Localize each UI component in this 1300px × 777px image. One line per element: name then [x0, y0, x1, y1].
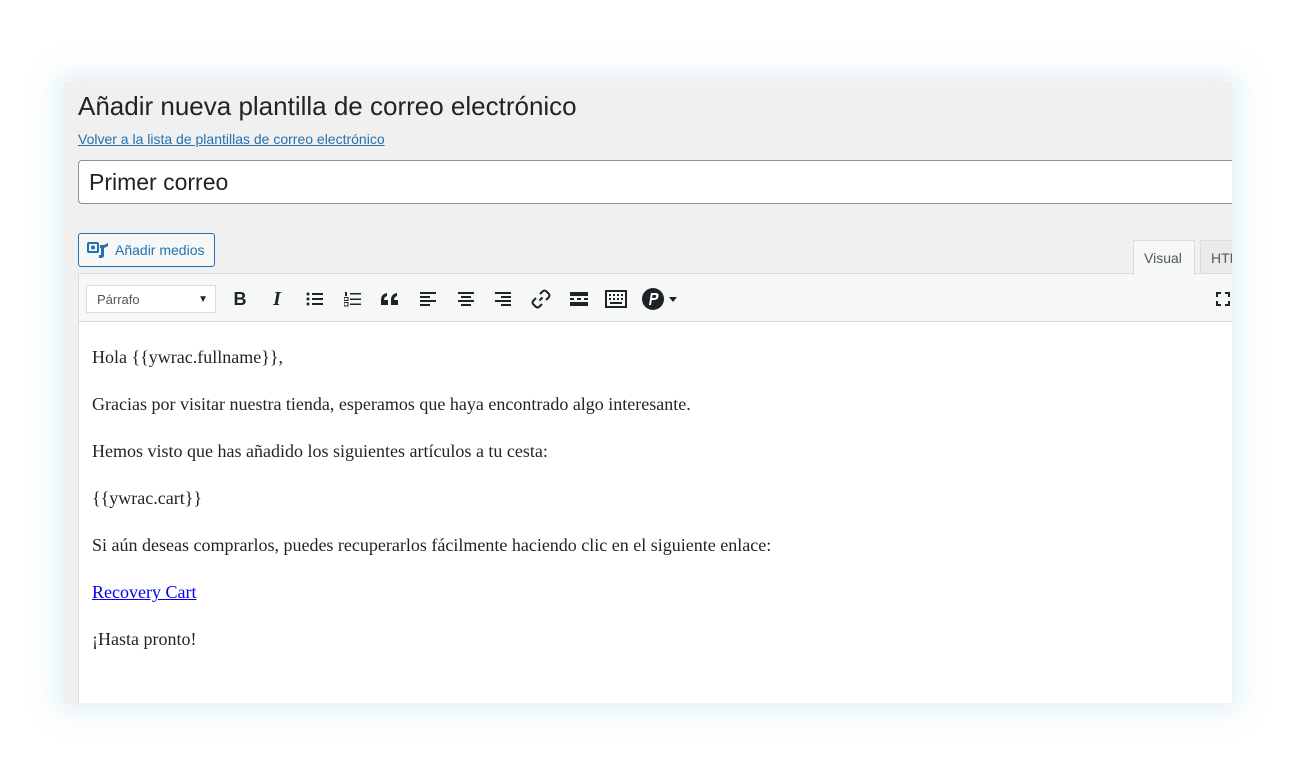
format-select-value: Párrafo — [97, 291, 140, 307]
email-content-editor[interactable]: Hola {{ywrac.fullname}}, Gracias por vis… — [78, 322, 1232, 703]
bold-icon: B — [233, 288, 247, 309]
toolbar-toggle-button[interactable] — [602, 285, 630, 313]
tab-html[interactable]: HTML — [1200, 240, 1232, 274]
plugin-dropdown-icon — [642, 288, 677, 310]
cart-placeholder-paragraph: {{ywrac.cart}} — [92, 488, 203, 508]
italic-icon: I — [273, 287, 281, 310]
add-media-button[interactable]: Añadir medios — [78, 233, 215, 267]
tab-visual[interactable]: Visual — [1133, 240, 1195, 275]
add-media-icon — [87, 240, 109, 260]
back-to-templates-link[interactable]: Volver a la lista de plantillas de corre… — [78, 131, 385, 147]
recovery-link-paragraph: Recovery Cart — [92, 581, 1232, 603]
editor-toolbar: Párrafo ▼ B I — [78, 273, 1232, 322]
align-center-icon — [458, 292, 474, 306]
link-icon — [531, 289, 551, 309]
greeting-paragraph: Hola {{ywrac.fullname}}, — [92, 347, 283, 367]
thanks-paragraph: Gracias por visitar nuestra tienda, espe… — [92, 394, 691, 414]
keyboard-icon — [605, 290, 627, 308]
numbered-list-button[interactable] — [339, 285, 367, 313]
blockquote-button[interactable] — [376, 285, 404, 313]
align-center-button[interactable] — [452, 285, 480, 313]
align-left-icon — [420, 292, 436, 306]
admin-panel: Añadir nueva plantilla de correo electró… — [64, 82, 1232, 703]
chevron-down-icon: ▼ — [198, 294, 208, 305]
format-select[interactable]: Párrafo ▼ — [86, 285, 216, 313]
blockquote-icon — [381, 293, 398, 305]
add-media-label: Añadir medios — [115, 242, 205, 258]
insert-link-button[interactable] — [527, 285, 555, 313]
shortcode-dropdown-button[interactable] — [639, 285, 683, 313]
bulleted-list-button[interactable] — [301, 285, 329, 313]
align-right-icon — [495, 292, 511, 306]
align-right-button[interactable] — [489, 285, 517, 313]
read-more-button[interactable] — [565, 285, 593, 313]
read-more-icon — [570, 292, 588, 306]
recovery-cart-link[interactable]: Recovery Cart — [92, 582, 196, 602]
bulleted-list-icon — [306, 292, 323, 306]
bold-button[interactable]: B — [226, 285, 254, 313]
cart-intro-paragraph: Hemos visto que has añadido los siguient… — [92, 441, 548, 461]
recover-paragraph: Si aún deseas comprarlos, puedes recuper… — [92, 535, 772, 555]
fullscreen-button[interactable] — [1209, 285, 1232, 313]
numbered-list-icon — [344, 292, 361, 307]
italic-button[interactable]: I — [263, 285, 291, 313]
page-title: Añadir nueva plantilla de correo electró… — [78, 91, 577, 121]
template-title-input[interactable] — [78, 160, 1232, 204]
fullscreen-icon — [1216, 292, 1230, 306]
align-left-button[interactable] — [414, 285, 442, 313]
closing-paragraph: ¡Hasta pronto! — [92, 629, 197, 649]
